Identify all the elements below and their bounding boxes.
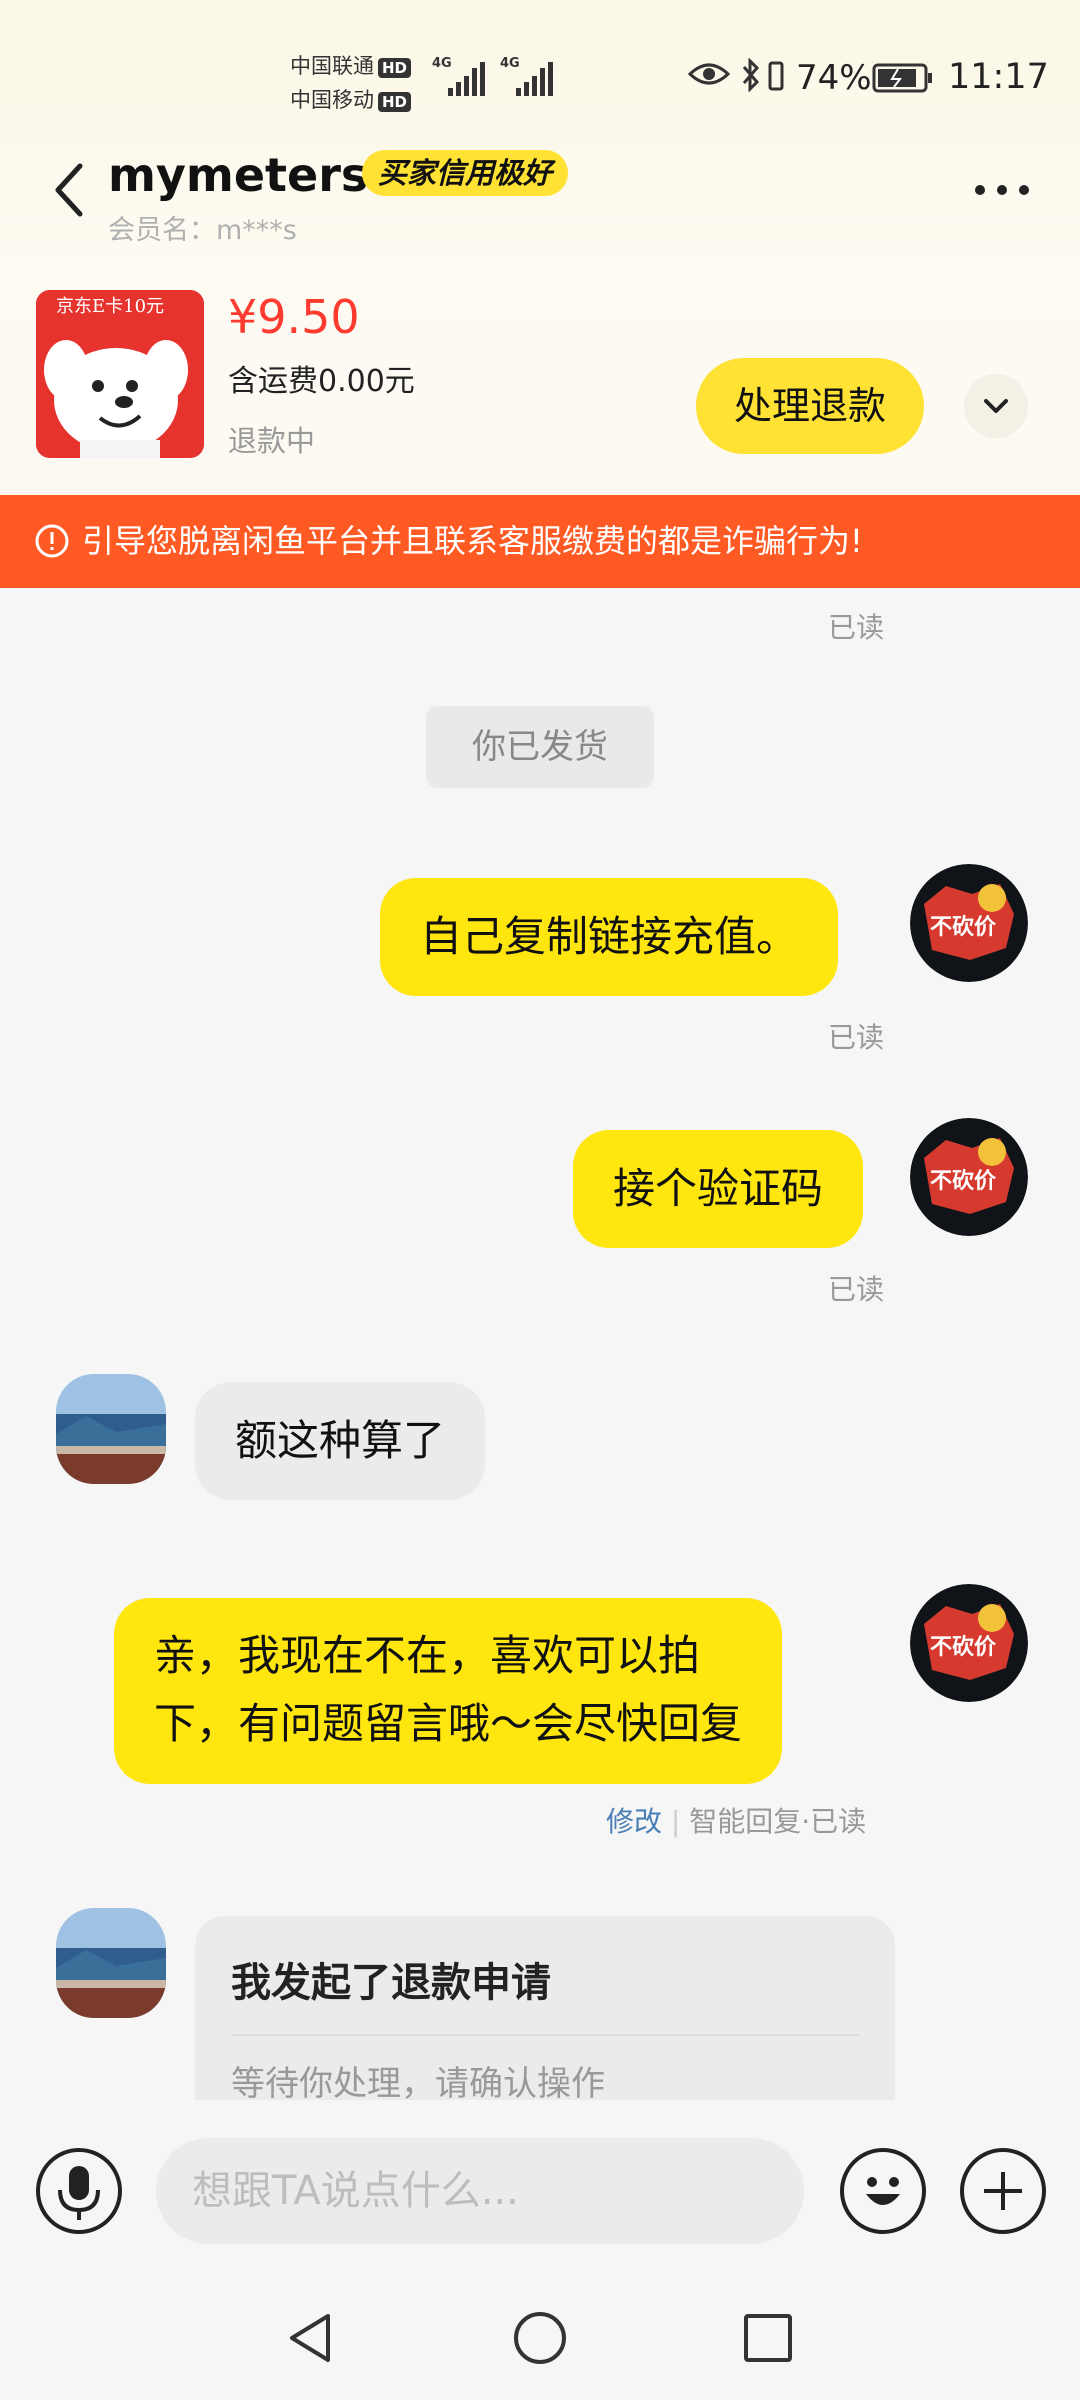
expand-button[interactable]	[964, 374, 1028, 438]
seller-avatar-image: 不砍价	[910, 1118, 1028, 1236]
smart-reply-read: 智能回复·已读	[689, 1805, 867, 1838]
buyer-avatar-image	[56, 1908, 166, 2018]
microphone-icon	[58, 2166, 100, 2220]
shipping-fee: 含运费0.00元	[228, 364, 415, 399]
message-input[interactable]	[156, 2138, 804, 2244]
signal-1-icon: 4G	[432, 56, 486, 98]
message-line: 下，有问题留言哦～会尽快回复	[154, 1699, 743, 1748]
signal-2-icon: 4G	[500, 56, 554, 98]
seller-avatar-image: 不砍价	[910, 1584, 1028, 1702]
read-receipt: 已读	[828, 611, 885, 644]
buyer-avatar[interactable]	[56, 1374, 166, 1484]
credit-badge: 买家信用极好	[362, 150, 569, 196]
emoji-icon	[866, 2177, 900, 2205]
buyer-avatar[interactable]	[56, 1908, 166, 2018]
back-arrow-icon[interactable]	[50, 160, 90, 220]
eye-icon	[688, 63, 730, 85]
plus-icon	[984, 2172, 1022, 2210]
refund-card-subtitle: 等待你处理，请确认操作	[231, 2064, 605, 2100]
seller-avatar-text: 不砍价	[930, 1168, 997, 1194]
refund-request-card[interactable]: 我发起了退款申请 等待你处理，请确认操作	[195, 1916, 895, 2100]
divider	[231, 2034, 859, 2036]
hd-badge: HD	[378, 92, 412, 112]
more-options-icon[interactable]	[970, 178, 1034, 202]
refund-card-title: 我发起了退款申请	[231, 1960, 551, 2006]
joy-dog-image: 京东E卡10元	[36, 290, 204, 458]
seller-avatar-text: 不砍价	[930, 1634, 997, 1660]
nav-recent-apps-icon[interactable]	[744, 2314, 792, 2362]
message-bubble-sent[interactable]: 亲，我现在不在，喜欢可以拍 下，有问题留言哦～会尽快回复	[114, 1598, 783, 1784]
carrier-1: 中国联通 HD	[290, 50, 412, 80]
input-bar	[0, 2100, 1080, 2280]
carrier-1-label: 中国联通	[290, 54, 374, 78]
carrier-2-label: 中国移动	[290, 88, 374, 112]
seller-avatar[interactable]: 不砍价	[910, 1118, 1028, 1236]
edit-auto-reply-link[interactable]: 修改	[606, 1805, 662, 1838]
read-receipt: 已读	[828, 1021, 885, 1054]
system-message-shipped: 你已发货	[426, 706, 654, 788]
seller-avatar[interactable]: 不砍价	[910, 1584, 1028, 1702]
product-thumbnail[interactable]: 京东E卡10元	[36, 290, 204, 458]
chat-username[interactable]: mymeters	[108, 148, 368, 202]
order-status: 退款中	[228, 424, 316, 458]
nav-back-icon[interactable]	[284, 2310, 334, 2366]
status-bar: 中国联通 HD 中国移动 HD 4G 4G 74% 11:17	[0, 0, 1080, 150]
seller-avatar[interactable]: 不砍价	[910, 864, 1028, 982]
member-name: 会员名：m***s	[108, 215, 297, 246]
message-line: 亲，我现在不在，喜欢可以拍	[154, 1631, 701, 1680]
meta-separator: |	[670, 1805, 681, 1838]
warning-icon	[35, 524, 69, 558]
process-refund-button[interactable]: 处理退款	[696, 358, 924, 454]
chat-messages[interactable]: 已读 你已发货 自己复制链接充值。 不砍价 已读 接个验证码 不砍价 已读 额这…	[0, 588, 1080, 2100]
read-receipt: 已读	[828, 1273, 885, 1306]
message-bubble-sent[interactable]: 接个验证码	[573, 1130, 864, 1248]
carrier-2: 中国移动 HD	[290, 84, 412, 114]
system-nav-bar	[0, 2280, 1080, 2400]
fraud-warning-banner: 引导您脱离闲鱼平台并且联系客服缴费的都是诈骗行为!	[0, 495, 1080, 588]
seller-avatar-text: 不砍价	[930, 914, 997, 940]
emoji-button[interactable]	[840, 2148, 926, 2234]
thumbnail-text: 京东E卡10元	[56, 296, 164, 317]
hd-badge: HD	[378, 58, 412, 78]
battery-percent: 74%	[796, 58, 872, 98]
buyer-avatar-image	[56, 1374, 166, 1484]
clock: 11:17	[948, 57, 1049, 97]
more-actions-button[interactable]	[960, 2148, 1046, 2234]
chevron-down-icon	[984, 399, 1008, 413]
product-price: ¥9.50	[228, 290, 360, 344]
battery-charging-icon	[872, 63, 932, 93]
message-bubble-sent[interactable]: 自己复制链接充值。	[380, 878, 839, 996]
message-meta: 修改 | 智能回复·已读	[606, 1800, 866, 1840]
nav-home-icon[interactable]	[514, 2312, 566, 2364]
message-bubble-received[interactable]: 额这种算了	[195, 1382, 486, 1500]
seller-avatar-image: 不砍价	[910, 864, 1028, 982]
voice-input-button[interactable]	[36, 2148, 122, 2234]
warning-text: 引导您脱离闲鱼平台并且联系客服缴费的都是诈骗行为!	[82, 522, 863, 560]
vibrate-icon	[768, 61, 784, 91]
bluetooth-icon	[742, 58, 760, 92]
